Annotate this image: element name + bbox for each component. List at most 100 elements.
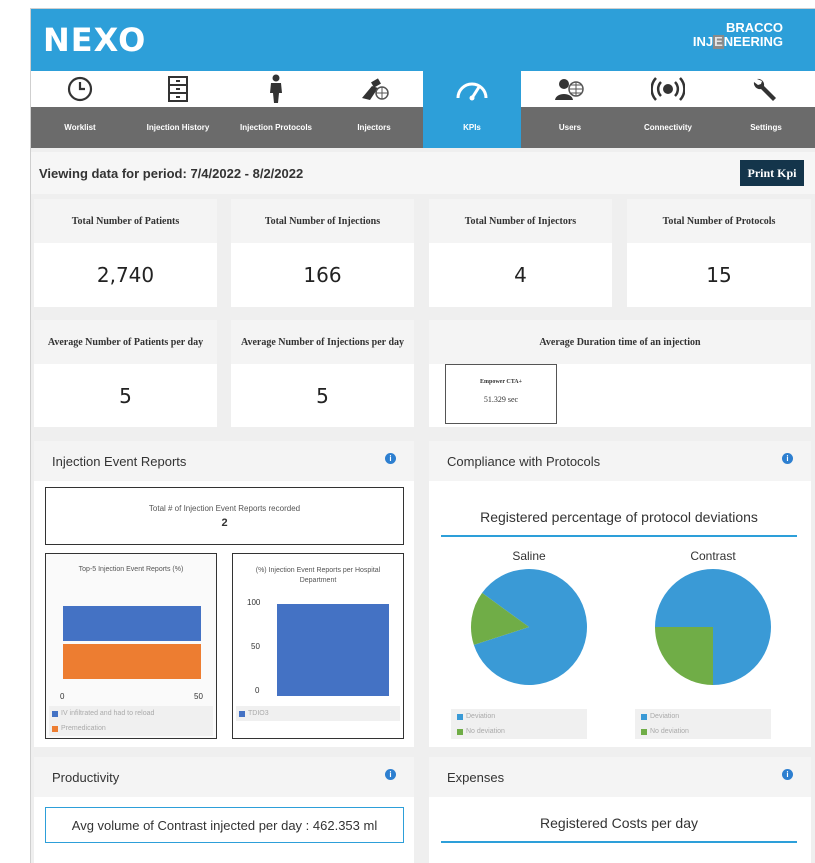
legend-swatch <box>641 728 647 735</box>
total-reports-box: Total # of Injection Event Reports recor… <box>45 487 404 545</box>
kpi-label: Total Number of Patients <box>34 199 217 243</box>
pie-slice-no-deviation <box>655 627 713 685</box>
top5-legend: IV infiltrated and had to reload Premedi… <box>49 706 213 736</box>
nav-label: Injection Protocols <box>239 123 312 132</box>
wrench-icon <box>717 71 815 107</box>
avg-patients-card: Average Number of Patients per day 5 <box>34 320 217 427</box>
gauge-icon <box>423 71 521 107</box>
legend-label: Deviation <box>650 713 680 720</box>
kpi-label: Total Number of Injectors <box>429 199 612 243</box>
legend-swatch <box>52 710 58 717</box>
panel-header: Compliance with Protocols i <box>429 441 811 481</box>
legend-label: Premedication <box>61 725 106 732</box>
nav-worklist[interactable]: Worklist <box>31 71 129 148</box>
contrast-pie-chart <box>655 569 771 685</box>
avg-label: Average Number of Injections per day <box>231 320 414 364</box>
duration-injector: Empower CTA+ <box>479 379 523 385</box>
top-bar: NEXO BRACCO INJENEERING <box>31 9 815 71</box>
period-bar: Viewing data for period: 7/4/2022 - 8/2/… <box>31 152 815 194</box>
bracco-logo: BRACCO INJENEERING <box>693 21 783 49</box>
avg-duration-card: Average Duration time of an injection Em… <box>429 320 811 427</box>
nav-label: Injection History <box>146 123 210 132</box>
legend-swatch <box>239 710 245 717</box>
legend-swatch <box>641 713 647 720</box>
saline-pie-chart <box>471 569 587 685</box>
app-frame: NEXO BRACCO INJENEERING Worklist Injecti… <box>30 8 815 863</box>
brand-line1: BRACCO <box>725 20 783 35</box>
legend-item: IV infiltrated and had to reload <box>52 706 210 721</box>
nav-kpis[interactable]: KPIs <box>423 71 521 148</box>
info-icon[interactable]: i <box>782 453 793 464</box>
nav-injection-history[interactable]: Injection History <box>129 71 227 148</box>
kpi-card-injections: Total Number of Injections 166 <box>231 199 414 307</box>
clock-icon <box>31 71 129 107</box>
nav-injectors[interactable]: Injectors <box>325 71 423 148</box>
info-icon[interactable]: i <box>782 769 793 780</box>
avg-value: 5 <box>316 383 329 408</box>
legend-label: TDIO3 <box>248 710 269 717</box>
legend-label: No deviation <box>650 728 689 735</box>
nav-label: Settings <box>750 123 782 132</box>
nav-users[interactable]: Users <box>521 71 619 148</box>
nav-settings[interactable]: Settings <box>717 71 815 148</box>
dept-title: (%) Injection Event Reports per Hospital… <box>255 567 381 584</box>
nav-label: Worklist <box>64 123 96 132</box>
nav-label: Users <box>558 123 582 132</box>
cabinet-icon <box>129 71 227 107</box>
total-reports-value: 2 <box>221 517 228 529</box>
legend-label: IV infiltrated and had to reload <box>61 710 155 717</box>
top5-axis-max: 50 <box>194 692 203 701</box>
nav-injection-protocols[interactable]: Injection Protocols <box>227 71 325 148</box>
panel-header: Expenses i <box>429 757 811 797</box>
panel-header: Productivity i <box>34 757 414 797</box>
brand-e: E <box>713 34 724 49</box>
nexo-logo: NEXO <box>43 21 147 59</box>
legend-item: Premedication <box>52 721 210 736</box>
duration-label: Average Duration time of an injection <box>429 320 811 364</box>
legend-item: TDIO3 <box>239 706 397 721</box>
legend-swatch <box>457 728 463 735</box>
expenses-panel: Expenses i Registered Costs per day <box>429 757 811 863</box>
bar-iv-infiltrated <box>63 606 201 641</box>
legend-swatch <box>52 725 58 732</box>
info-icon[interactable]: i <box>385 453 396 464</box>
duration-box: Empower CTA+ 51.329 sec <box>445 364 557 424</box>
saline-label: Saline <box>512 549 546 563</box>
total-reports-label: Total # of Injection Event Reports recor… <box>148 504 301 513</box>
top5-title: Top-5 Injection Event Reports (%) <box>78 566 184 573</box>
legend-swatch <box>457 713 463 720</box>
panel-title: Productivity <box>52 770 120 785</box>
contrast-legend: Deviation No deviation <box>635 709 771 739</box>
brand-line2: INJENEERING <box>693 35 783 49</box>
kpi-value: 166 <box>303 263 342 287</box>
nav-label: KPIs <box>423 107 521 148</box>
main-nav: Worklist Injection History Injection Pro… <box>31 71 815 148</box>
avg-value: 5 <box>119 383 132 408</box>
legend-item: No deviation <box>457 724 581 739</box>
saline-legend: Deviation No deviation <box>451 709 587 739</box>
kpi-card-protocols: Total Number of Protocols 15 <box>627 199 811 307</box>
top5-chart: Top-5 Injection Event Reports (%) 0 50 I… <box>45 553 217 739</box>
nav-label: Injectors <box>357 123 391 132</box>
panel-header: Injection Event Reports i <box>34 441 414 481</box>
avg-injections-card: Average Number of Injections per day 5 <box>231 320 414 427</box>
user-globe-icon <box>521 71 619 107</box>
legend-item: Deviation <box>641 709 765 724</box>
kpi-label: Total Number of Protocols <box>627 199 811 243</box>
legend-item: Deviation <box>457 709 581 724</box>
kpi-value: 4 <box>514 263 527 287</box>
avg-label: Average Number of Patients per day <box>34 320 217 364</box>
duration-value: 51.329 sec <box>483 395 519 404</box>
contrast-label: Contrast <box>690 549 736 563</box>
panel-title: Expenses <box>447 770 505 785</box>
top5-axis-min: 0 <box>60 692 65 701</box>
kpi-card-injectors: Total Number of Injectors 4 <box>429 199 612 307</box>
kpi-card-patients: Total Number of Patients 2,740 <box>34 199 217 307</box>
subtitle-underline <box>441 535 797 537</box>
dept-legend: TDIO3 <box>236 706 400 721</box>
nav-connectivity[interactable]: Connectivity <box>619 71 717 148</box>
print-kpi-button[interactable]: Print Kpi <box>740 160 804 186</box>
legend-item: No deviation <box>641 724 765 739</box>
info-icon[interactable]: i <box>385 769 396 780</box>
nav-label: Connectivity <box>643 123 692 132</box>
